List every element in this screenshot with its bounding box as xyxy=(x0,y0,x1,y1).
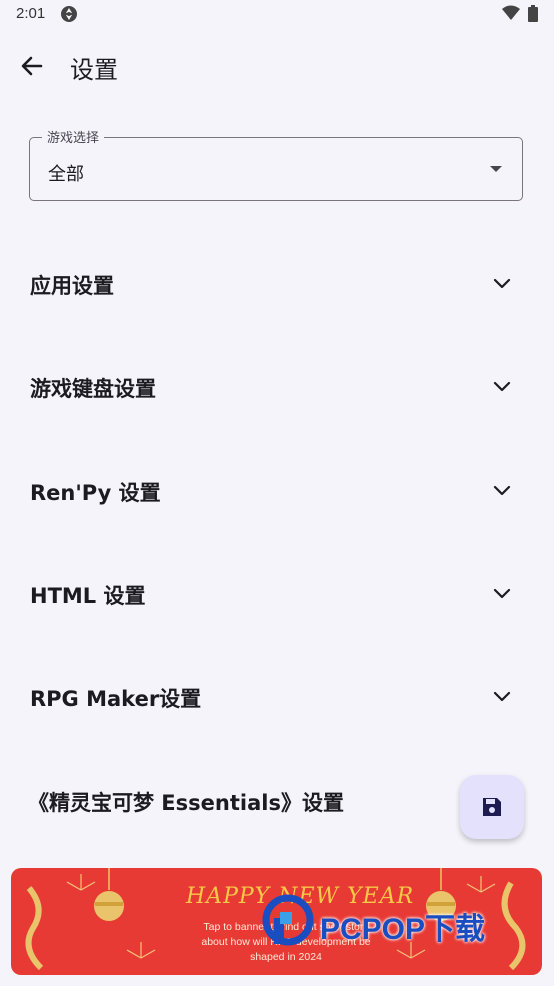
chevron-down-icon xyxy=(493,381,511,392)
pcpop-logo-icon xyxy=(262,894,314,946)
section-label: 应用设置 xyxy=(30,274,114,298)
status-time: 2:01 xyxy=(16,5,46,22)
sync-icon xyxy=(61,6,77,22)
back-arrow-icon[interactable] xyxy=(14,48,50,84)
wifi-icon xyxy=(502,5,520,20)
section-label: Ren'Py 设置 xyxy=(30,481,161,505)
game-select-dropdown[interactable]: 游戏选择 全部 xyxy=(29,127,523,201)
section-label: 《精灵宝可梦 Essentials》设置 xyxy=(28,791,344,815)
dropdown-arrow-icon xyxy=(490,166,502,172)
section-rpg-maker-settings[interactable]: RPG Maker设置 xyxy=(0,666,554,726)
chevron-down-icon xyxy=(493,278,511,289)
section-label: 游戏键盘设置 xyxy=(30,377,156,401)
top-app-bar: 设置 xyxy=(0,36,554,96)
section-app-settings[interactable]: 应用设置 xyxy=(0,253,554,313)
watermark-logo: PCPOP下载 xyxy=(260,888,550,958)
page-title: 设置 xyxy=(70,56,118,84)
watermark-text: PCPOP下载 xyxy=(320,913,486,946)
section-game-keyboard-settings[interactable]: 游戏键盘设置 xyxy=(0,356,554,416)
section-label: HTML 设置 xyxy=(30,584,146,608)
section-pokemon-essentials-settings[interactable]: 《精灵宝可梦 Essentials》设置 xyxy=(0,770,450,830)
save-icon xyxy=(483,798,501,816)
game-select-value: 全部 xyxy=(48,164,84,185)
chevron-down-icon xyxy=(493,588,511,599)
section-label: RPG Maker设置 xyxy=(30,687,202,711)
section-html-settings[interactable]: HTML 设置 xyxy=(0,563,554,623)
chevron-down-icon xyxy=(493,691,511,702)
section-renpy-settings[interactable]: Ren'Py 设置 xyxy=(0,460,554,520)
game-select-label: 游戏选择 xyxy=(42,127,105,146)
chevron-down-icon xyxy=(493,485,511,496)
battery-icon xyxy=(528,5,538,22)
save-fab-button[interactable] xyxy=(460,775,524,839)
status-bar: 2:01 xyxy=(0,0,554,28)
